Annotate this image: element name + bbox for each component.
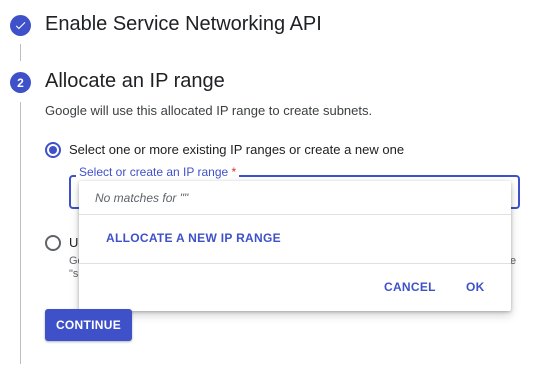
dropdown-divider: [79, 263, 511, 264]
radio-existing-ranges[interactable]: [45, 142, 61, 158]
cancel-button[interactable]: CANCEL: [384, 280, 436, 294]
ip-range-field-label: Select or create an IP range *: [76, 165, 240, 179]
radio-use-option-description-line2: "s: [69, 268, 79, 280]
ip-range-dropdown-panel: No matches for "" ALLOCATE A NEW IP RANG…: [79, 181, 511, 311]
continue-button[interactable]: CONTINUE: [45, 309, 132, 341]
radio-use-option[interactable]: [45, 235, 61, 251]
step2-title: Allocate an IP range: [45, 70, 225, 92]
ip-range-field-label-text: Select or create an IP range: [79, 165, 229, 179]
radio-existing-ranges-label[interactable]: Select one or more existing IP ranges or…: [69, 142, 404, 157]
ok-button[interactable]: OK: [466, 280, 485, 294]
dropdown-divider: [79, 214, 511, 215]
step2-number-badge: 2: [10, 72, 31, 93]
step2-description: Google will use this allocated IP range …: [45, 103, 373, 118]
allocate-new-ip-range-button[interactable]: ALLOCATE A NEW IP RANGE: [106, 231, 281, 245]
required-asterisk: *: [231, 165, 237, 179]
step1-title: Enable Service Networking API: [45, 13, 322, 35]
no-matches-text: No matches for "": [95, 191, 189, 205]
step-connector-line: [20, 44, 21, 61]
step-connector-line: [20, 102, 21, 364]
step-complete-check-icon: [10, 15, 31, 36]
